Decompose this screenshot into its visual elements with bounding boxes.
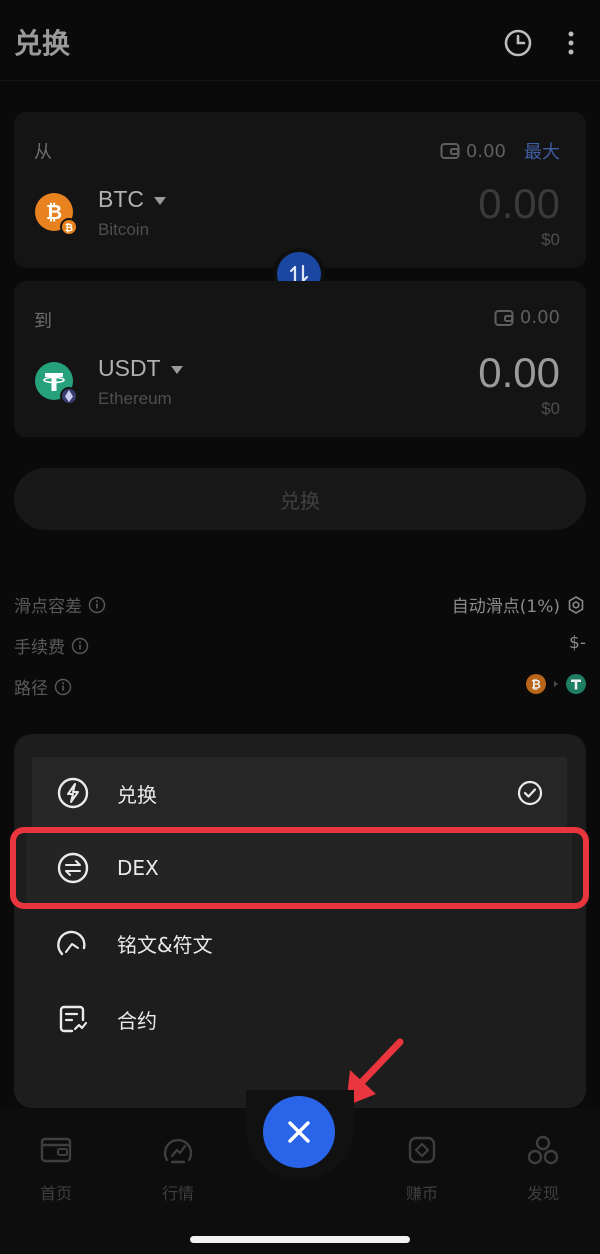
close-icon bbox=[288, 1121, 310, 1143]
discover-icon bbox=[527, 1135, 559, 1165]
btc-coin-icon: ₿ ₿ bbox=[35, 193, 78, 236]
from-panel: 从 0.00 最大 ₿ ₿ BTC Bitcoin 0.00 $0 bbox=[14, 112, 586, 268]
tab-label: 赚币 bbox=[405, 1184, 438, 1203]
home-indicator bbox=[190, 1236, 410, 1243]
from-balance: 0.00 最大 bbox=[440, 138, 560, 164]
from-balance-value: 0.00 bbox=[465, 140, 506, 162]
history-clock-icon[interactable] bbox=[503, 28, 533, 58]
from-symbol: BTC bbox=[98, 186, 144, 212]
fee-value: $- bbox=[569, 633, 586, 653]
to-balance: 0.00 bbox=[494, 307, 560, 328]
tab-label: 发现 bbox=[526, 1184, 559, 1203]
from-amount-input[interactable]: 0.00 bbox=[478, 180, 560, 228]
slippage-value: 自动滑点(1%) bbox=[451, 597, 560, 617]
contract-document-icon bbox=[59, 1005, 88, 1033]
route-path: ₿ bbox=[526, 674, 586, 694]
wallet-icon bbox=[494, 309, 514, 326]
tab-label: 首页 bbox=[39, 1184, 72, 1203]
fee-row: 手续费 $- bbox=[14, 633, 586, 659]
menu-item-swap[interactable]: 兑换 bbox=[32, 757, 567, 829]
more-vertical-icon[interactable] bbox=[556, 28, 586, 58]
menu-item-label: 兑换 bbox=[117, 782, 157, 807]
slippage-row: 滑点容差 自动滑点(1%) bbox=[14, 592, 586, 618]
tab-home[interactable]: 首页 bbox=[16, 1134, 96, 1204]
max-button[interactable]: 最大 bbox=[524, 138, 560, 164]
fee-label: 手续费 bbox=[14, 638, 65, 658]
usdt-coin-icon bbox=[35, 362, 78, 405]
to-label: 到 bbox=[34, 311, 52, 332]
page-title: 兑换 bbox=[14, 27, 71, 60]
wallet-icon bbox=[440, 143, 460, 159]
caret-down-icon bbox=[154, 196, 166, 205]
header: 兑换 bbox=[0, 0, 600, 81]
wallet-icon bbox=[40, 1137, 72, 1163]
settings-gear-icon bbox=[568, 595, 584, 614]
btc-coin-icon: ₿ bbox=[526, 674, 546, 694]
svg-text:₿: ₿ bbox=[65, 222, 73, 234]
market-gauge-icon bbox=[163, 1138, 193, 1164]
usdt-coin-icon bbox=[566, 674, 586, 694]
info-icon[interactable] bbox=[88, 596, 106, 614]
menu-item-label: 合约 bbox=[117, 1008, 157, 1033]
info-icon[interactable] bbox=[71, 637, 89, 655]
slippage-setting[interactable]: 自动滑点(1%) bbox=[452, 592, 586, 617]
swap-bolt-icon bbox=[57, 777, 89, 809]
close-menu-button[interactable] bbox=[263, 1096, 335, 1168]
from-usd-value: $0 bbox=[541, 230, 560, 249]
slippage-label: 滑点容差 bbox=[14, 597, 82, 617]
from-token-selector[interactable]: BTC bbox=[98, 186, 166, 213]
highlight-box bbox=[10, 827, 589, 909]
route-label: 路径 bbox=[14, 679, 48, 699]
to-panel: 到 0.00 USDT Ethereum 0.00 $0 bbox=[14, 281, 586, 437]
tab-label: 行情 bbox=[161, 1184, 194, 1203]
to-network: Ethereum bbox=[98, 389, 172, 408]
info-icon[interactable] bbox=[54, 678, 72, 696]
menu-item-contract[interactable]: 合约 bbox=[32, 983, 567, 1055]
tab-earn[interactable]: 赚币 bbox=[382, 1134, 462, 1204]
check-circle-icon bbox=[517, 780, 543, 806]
tab-market[interactable]: 行情 bbox=[138, 1134, 218, 1204]
to-balance-value: 0.00 bbox=[519, 307, 560, 328]
to-token-selector[interactable]: USDT bbox=[98, 355, 183, 382]
earn-coin-icon bbox=[408, 1136, 436, 1164]
to-amount-value: 0.00 bbox=[478, 349, 560, 396]
route-arrow-icon bbox=[554, 681, 558, 687]
inscription-icon bbox=[57, 930, 86, 956]
route-row: 路径 ₿ bbox=[14, 674, 586, 700]
to-usd-value: $0 bbox=[541, 399, 560, 418]
to-symbol: USDT bbox=[98, 355, 161, 381]
swap-submit-button[interactable]: 兑换 bbox=[14, 468, 586, 530]
menu-item-label: 铭文&符文 bbox=[117, 932, 213, 957]
tab-discover[interactable]: 发现 bbox=[503, 1134, 583, 1204]
from-network: Bitcoin bbox=[98, 220, 150, 239]
caret-down-icon bbox=[170, 365, 183, 374]
svg-text:₿: ₿ bbox=[531, 678, 541, 692]
from-label: 从 bbox=[34, 142, 52, 163]
menu-item-inscriptions[interactable]: 铭文&符文 bbox=[32, 907, 567, 979]
svg-text:₿: ₿ bbox=[46, 200, 62, 224]
